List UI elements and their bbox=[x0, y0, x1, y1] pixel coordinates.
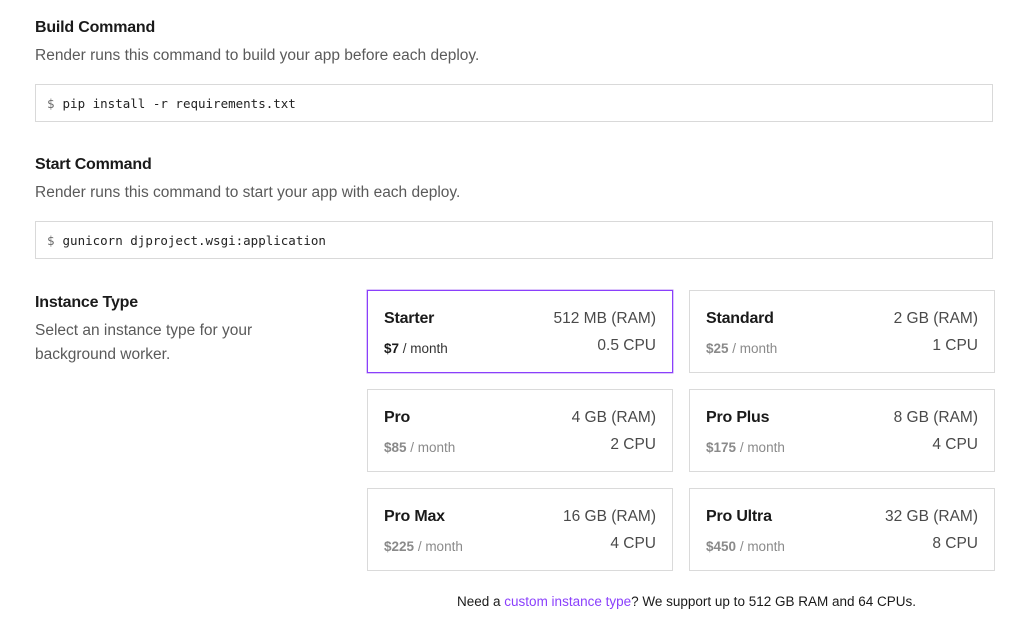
instance-price-line: $25 / month bbox=[706, 341, 777, 356]
instance-name: Pro Max bbox=[384, 508, 445, 525]
instance-cpu: 4 CPU bbox=[610, 535, 656, 552]
custom-instance-type-link[interactable]: custom instance type bbox=[504, 594, 631, 609]
instance-price: $25 bbox=[706, 341, 729, 356]
instance-card-pro-plus[interactable]: Pro Plus 8 GB (RAM) $175 / month 4 CPU bbox=[689, 389, 995, 472]
instance-card-starter[interactable]: Starter 512 MB (RAM) $7 / month 0.5 CPU bbox=[367, 290, 673, 373]
instance-price-line: $7 / month bbox=[384, 341, 448, 356]
instance-ram: 4 GB (RAM) bbox=[571, 409, 656, 426]
build-command-value: pip install -r requirements.txt bbox=[62, 95, 296, 111]
instance-type-description: Select an instance type for your backgro… bbox=[35, 322, 253, 363]
instance-cpu: 2 CPU bbox=[610, 436, 656, 453]
instance-price-line: $225 / month bbox=[384, 539, 463, 554]
instance-ram: 32 GB (RAM) bbox=[884, 508, 978, 525]
instance-price-period: / month bbox=[410, 440, 456, 455]
instance-name: Starter bbox=[384, 310, 435, 327]
custom-instance-note: Need a custom instance type? We support … bbox=[457, 594, 916, 609]
start-command-input[interactable]: $ gunicorn djproject.wsgi:application bbox=[35, 221, 993, 259]
start-command-prompt: $ bbox=[47, 232, 55, 248]
instance-price: $450 bbox=[706, 539, 737, 554]
instance-name: Pro Plus bbox=[706, 409, 770, 426]
instance-price: $225 bbox=[384, 539, 415, 554]
start-command-description: Render runs this command to start your a… bbox=[35, 184, 461, 201]
instance-price-period: / month bbox=[739, 440, 785, 455]
instance-type-title: Instance Type bbox=[35, 294, 138, 311]
instance-price-line: $175 / month bbox=[706, 440, 785, 455]
instance-price-period: / month bbox=[402, 341, 448, 356]
instance-price-period: / month bbox=[417, 539, 463, 554]
instance-cpu: 1 CPU bbox=[932, 337, 978, 354]
instance-ram: 8 GB (RAM) bbox=[893, 409, 978, 426]
instance-price-period: / month bbox=[739, 539, 785, 554]
instance-cpu: 4 CPU bbox=[932, 436, 978, 453]
instance-ram: 512 MB (RAM) bbox=[553, 310, 657, 327]
instance-price-line: $85 / month bbox=[384, 440, 455, 455]
instance-price-line: $450 / month bbox=[706, 539, 785, 554]
build-command-description: Render runs this command to build your a… bbox=[35, 47, 480, 64]
instance-price: $7 bbox=[384, 341, 400, 356]
instance-ram: 2 GB (RAM) bbox=[893, 310, 978, 327]
instance-name: Standard bbox=[706, 310, 774, 327]
build-command-prompt: $ bbox=[47, 95, 55, 111]
instance-price: $175 bbox=[706, 440, 737, 455]
instance-name: Pro bbox=[384, 409, 411, 426]
build-command-title: Build Command bbox=[35, 19, 156, 36]
instance-card-pro-max[interactable]: Pro Max 16 GB (RAM) $225 / month 4 CPU bbox=[367, 488, 673, 571]
custom-instance-note-prefix: Need a bbox=[457, 594, 505, 609]
instance-card-standard[interactable]: Standard 2 GB (RAM) $25 / month 1 CPU bbox=[689, 290, 995, 373]
start-command-title: Start Command bbox=[35, 156, 152, 173]
instance-ram: 16 GB (RAM) bbox=[562, 508, 656, 525]
custom-instance-note-suffix: ? We support up to 512 GB RAM and 64 CPU… bbox=[631, 594, 917, 609]
instance-cpu: 8 CPU bbox=[932, 535, 978, 552]
build-command-input[interactable]: $ pip install -r requirements.txt bbox=[35, 84, 993, 122]
instance-name: Pro Ultra bbox=[706, 508, 772, 525]
start-command-value: gunicorn djproject.wsgi:application bbox=[62, 232, 326, 248]
instance-card-pro-ultra[interactable]: Pro Ultra 32 GB (RAM) $450 / month 8 CPU bbox=[689, 488, 995, 571]
instance-price-period: / month bbox=[732, 341, 778, 356]
instance-price: $85 bbox=[384, 440, 407, 455]
instance-cpu: 0.5 CPU bbox=[597, 337, 656, 354]
instance-card-pro[interactable]: Pro 4 GB (RAM) $85 / month 2 CPU bbox=[367, 389, 673, 472]
